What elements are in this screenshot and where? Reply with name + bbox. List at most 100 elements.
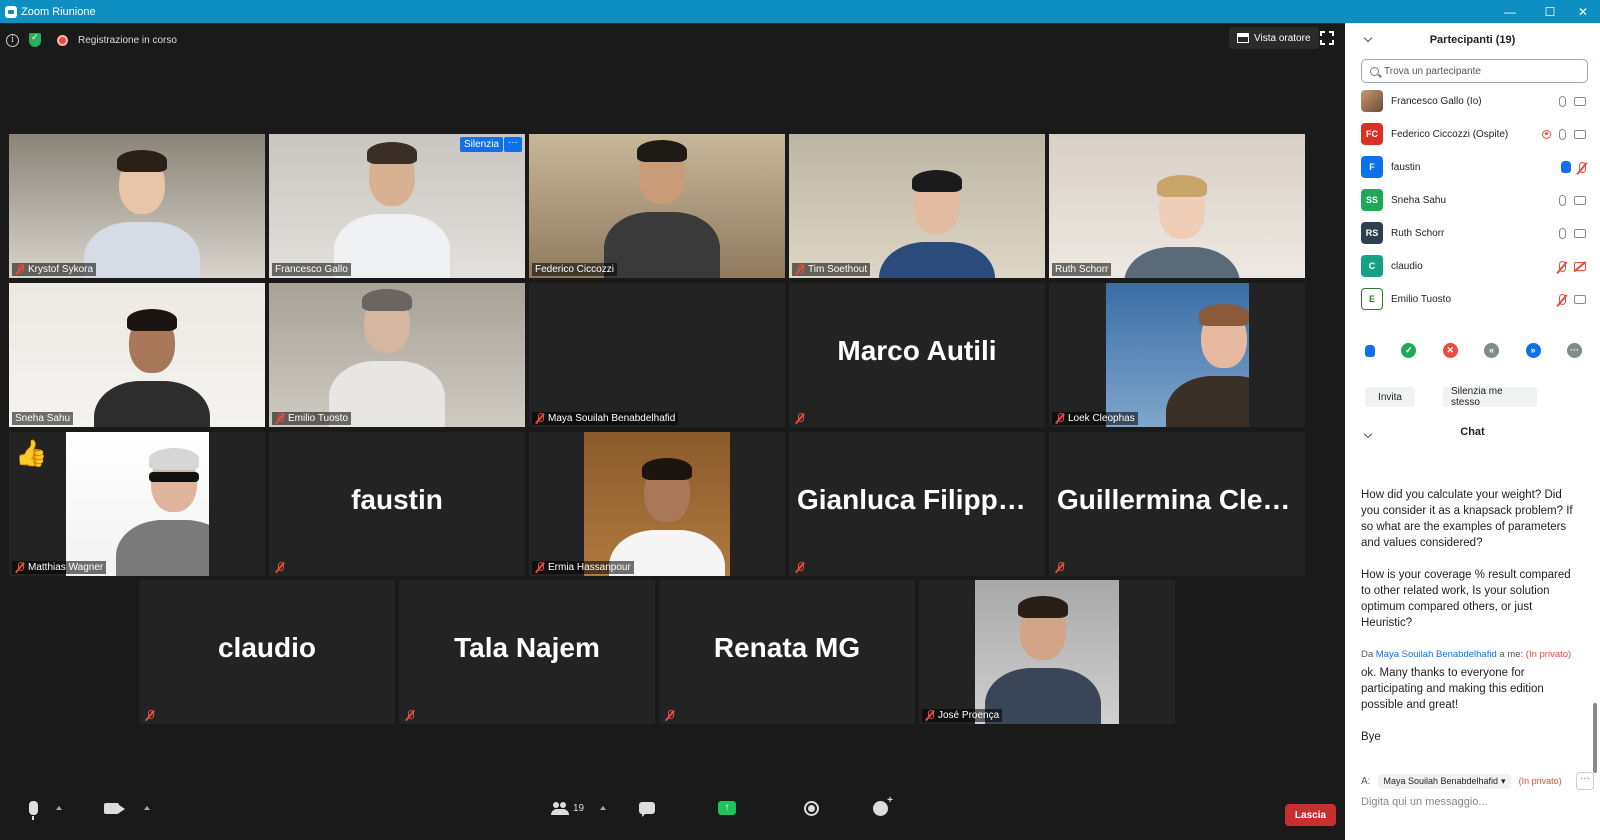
yes-icon[interactable]: ✓ [1401, 343, 1417, 358]
participant-row[interactable]: Ffaustin [1361, 155, 1586, 179]
muted-mic-icon [1055, 413, 1065, 424]
video-tile[interactable]: José Proença [919, 580, 1175, 724]
info-icon[interactable]: i [6, 33, 19, 47]
muted-mic-icon [535, 413, 545, 424]
video-tile[interactable]: Maya Souilah Benabdelhafid [529, 283, 785, 427]
video-figure [127, 309, 177, 331]
tile-mute-button[interactable]: Silenzia [459, 137, 503, 152]
video-tile[interactable]: claudio [139, 580, 395, 724]
chat-message: Bye [1361, 731, 1381, 743]
video-tile[interactable]: Marco Autili [789, 283, 1045, 427]
mic-icon[interactable] [1559, 227, 1566, 239]
fullscreen-icon[interactable] [1320, 31, 1334, 45]
video-figure [1018, 596, 1068, 618]
video-tile[interactable]: Tim Soethout [789, 134, 1045, 278]
video-tile[interactable]: Guillermina Cled... [1049, 432, 1305, 576]
to-label: A: [1361, 775, 1371, 787]
minimize-button[interactable]: — [1490, 0, 1530, 23]
camera-icon[interactable] [104, 802, 125, 814]
invite-button[interactable]: Invita [1365, 387, 1415, 407]
more-reactions-icon[interactable]: ··· [1566, 343, 1582, 358]
muted-mic-icon [15, 562, 25, 573]
participant-row[interactable]: Francesco Gallo (Io) [1361, 89, 1586, 113]
audio-options-caret-icon[interactable] [56, 806, 62, 810]
mute-control[interactable] [29, 790, 62, 826]
participant-name: Ruth Schorr [1055, 264, 1109, 275]
share-screen-button[interactable]: ↑ [718, 790, 736, 826]
participant-search-input[interactable]: Trova un partecipante [1361, 59, 1588, 83]
reactions-button[interactable] [873, 790, 893, 826]
video-tile[interactable]: Emilio Tuosto [269, 283, 525, 427]
video-tile[interactable]: 👍 Matthias Wagner [9, 432, 265, 576]
mic-icon[interactable] [1559, 128, 1566, 140]
participants-title: Partecipanti (19) [1429, 34, 1516, 46]
participants-caret-icon[interactable] [600, 806, 607, 810]
video-tile[interactable]: Tala Najem [399, 580, 655, 724]
share-screen-icon: ↑ [718, 801, 736, 815]
chat-more-button[interactable]: ··· [1576, 772, 1594, 790]
participant-row[interactable]: Cclaudio [1361, 254, 1586, 278]
raise-hand-icon[interactable] [1365, 345, 1375, 357]
video-options-caret-icon[interactable] [144, 806, 150, 810]
participants-button[interactable]: 19 [551, 790, 607, 826]
video-figure [1166, 376, 1249, 427]
video-tile[interactable]: Gianluca Filippo... [789, 432, 1045, 576]
participant-list-name: Emilio Tuosto [1391, 293, 1452, 305]
chat-button[interactable] [639, 790, 655, 826]
private-tag: (In privato) [1525, 649, 1572, 660]
mic-icon[interactable] [1559, 95, 1566, 107]
chat-scrollbar[interactable] [1593, 703, 1597, 773]
slow-down-icon[interactable]: « [1484, 343, 1500, 358]
video-tile[interactable]: faustin [269, 432, 525, 576]
sender-name[interactable]: Maya Souilah Benabdelhafid [1376, 649, 1497, 660]
video-tile[interactable]: Silenzia ··· Francesco Gallo [269, 134, 525, 278]
mute-me-button[interactable]: Silenzia me stesso [1443, 386, 1537, 408]
video-tile[interactable]: Loek Cleophas [1049, 283, 1305, 427]
video-tile[interactable]: Ruth Schorr [1049, 134, 1305, 278]
tile-name-tag: Tim Soethout [792, 263, 871, 276]
video-figure [642, 458, 692, 480]
recipient-select[interactable]: Maya Souilah Benabdelhafid ▾ [1378, 773, 1511, 789]
mic-muted-icon[interactable] [1559, 293, 1566, 305]
participant-video [269, 134, 525, 278]
tile-name-tag: Sneha Sahu [12, 412, 74, 425]
video-tile[interactable]: Federico Ciccozzi [529, 134, 785, 278]
chat-messages: How did you calculate your weight? Did y… [1361, 487, 1576, 745]
video-control[interactable] [104, 790, 150, 826]
muted-mic-icon [925, 710, 935, 721]
camera-icon [1574, 96, 1586, 106]
zoom-app-icon [5, 5, 17, 18]
video-tile[interactable]: Renata MG [659, 580, 915, 724]
mic-muted-icon[interactable] [1579, 161, 1586, 173]
mic-icon[interactable] [1559, 194, 1566, 206]
participant-row[interactable]: E Emilio Tuosto [1361, 287, 1586, 311]
video-tile[interactable]: Ermia Hassanpour [529, 432, 785, 576]
participant-row[interactable]: SS Sneha Sahu [1361, 188, 1586, 212]
chat-message-input[interactable]: Digita qui un messaggio... [1361, 796, 1488, 808]
participant-list-name: Sneha Sahu [1391, 194, 1447, 206]
video-tile[interactable]: Sneha Sahu [9, 283, 265, 427]
security-shield-icon[interactable] [29, 32, 41, 47]
close-button[interactable]: ✕ [1563, 0, 1600, 23]
participant-display-name: Gianluca Filippo... [797, 484, 1039, 515]
participant-video [269, 283, 525, 427]
muted-mic-icon [665, 710, 675, 721]
video-figure [362, 289, 412, 311]
recording-icon [57, 34, 68, 46]
no-icon[interactable]: ✕ [1442, 343, 1458, 358]
mic-muted-icon[interactable] [1559, 260, 1566, 272]
participant-display-name: claudio [217, 632, 316, 663]
tile-more-button[interactable]: ··· [504, 137, 522, 152]
leave-button[interactable]: Lascia [1285, 804, 1336, 826]
record-button[interactable] [804, 790, 819, 826]
participant-row[interactable]: FC Federico Ciccozzi (Ospite) [1361, 122, 1586, 146]
participant-reactions: ✓ ✕ « » ··· [1361, 343, 1586, 363]
sunglasses [149, 472, 199, 482]
video-tile[interactable]: Krystof Sykora [9, 134, 265, 278]
speaker-view-button[interactable]: Vista oratore [1229, 27, 1319, 49]
microphone-icon[interactable] [29, 801, 38, 820]
muted-mic-icon [795, 413, 805, 424]
thumbs-up-reaction: 👍 [15, 438, 48, 468]
participant-row[interactable]: RS Ruth Schorr [1361, 221, 1586, 245]
speed-up-icon[interactable]: » [1525, 343, 1541, 358]
